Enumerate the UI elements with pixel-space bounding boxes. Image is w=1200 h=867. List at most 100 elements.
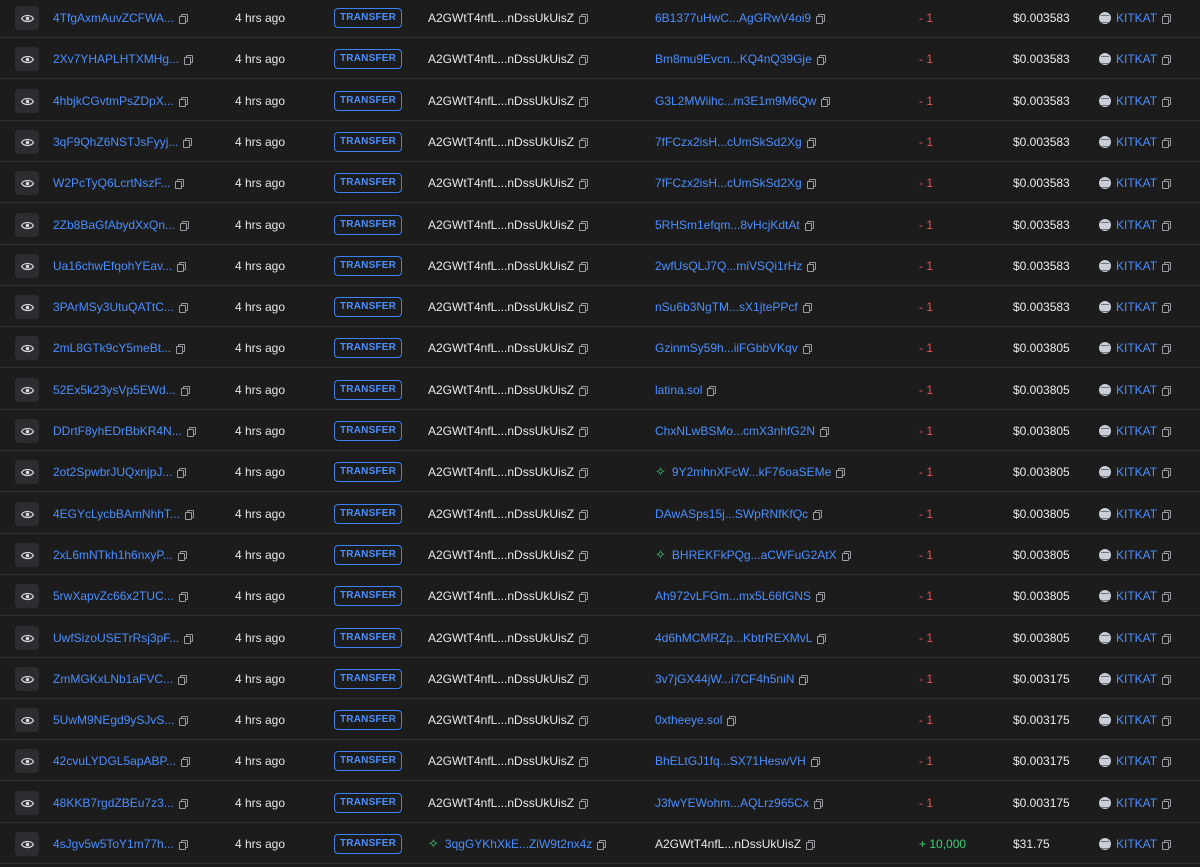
to-address-link[interactable]: latina.sol (655, 383, 702, 397)
token-link[interactable]: KITKAT (1116, 548, 1157, 562)
to-address-link[interactable]: 9Y2mhnXFcW...kF76oaSEMe (672, 465, 831, 479)
to-address-link[interactable]: J3fwYEWohm...AQLrz965Cx (655, 796, 809, 810)
to-address-link[interactable]: Bm8mu9Evcn...KQ4nQ39Gje (655, 52, 812, 66)
view-details-button[interactable] (15, 832, 39, 856)
copy-icon[interactable] (579, 96, 589, 107)
copy-icon[interactable] (813, 798, 823, 809)
copy-icon[interactable] (579, 385, 589, 396)
copy-icon[interactable] (178, 839, 188, 850)
copy-icon[interactable] (820, 426, 830, 437)
from-address[interactable]: A2GWtT4nfL...nDssUkUisZ (428, 259, 574, 273)
view-details-button[interactable] (15, 6, 39, 30)
copy-icon[interactable] (178, 96, 188, 107)
view-details-button[interactable] (15, 130, 39, 154)
token-link[interactable]: KITKAT (1116, 94, 1157, 108)
from-address[interactable]: A2GWtT4nfL...nDssUkUisZ (428, 52, 574, 66)
copy-icon[interactable] (806, 839, 816, 850)
token-link[interactable]: KITKAT (1116, 837, 1157, 851)
view-details-button[interactable] (15, 47, 39, 71)
copy-icon[interactable] (806, 137, 816, 148)
to-address-link[interactable]: BhELtGJ1fq...SX71HeswVH (655, 754, 806, 768)
view-details-button[interactable] (15, 460, 39, 484)
to-address-link[interactable]: DAwASps15j...SWpRNfKfQc (655, 507, 808, 521)
copy-icon[interactable] (1162, 715, 1172, 726)
view-details-button[interactable] (15, 89, 39, 113)
copy-icon[interactable] (176, 343, 186, 354)
copy-icon[interactable] (1162, 13, 1172, 24)
signature-link[interactable]: 2Xv7YHAPLHTXMHg... (53, 52, 179, 66)
view-details-button[interactable] (15, 295, 39, 319)
token-link[interactable]: KITKAT (1116, 424, 1157, 438)
from-address[interactable]: A2GWtT4nfL...nDssUkUisZ (428, 548, 574, 562)
to-address-link[interactable]: 7fFCzx2isH...cUmSkSd2Xg (655, 176, 802, 190)
copy-icon[interactable] (1162, 178, 1172, 189)
to-address-link[interactable]: 2wfUsQLJ7Q...miVSQi1rHz (655, 259, 802, 273)
token-link[interactable]: KITKAT (1116, 11, 1157, 25)
copy-icon[interactable] (707, 385, 717, 396)
token-link[interactable]: KITKAT (1116, 713, 1157, 727)
view-details-button[interactable] (15, 667, 39, 691)
copy-icon[interactable] (799, 674, 809, 685)
copy-icon[interactable] (579, 674, 589, 685)
copy-icon[interactable] (1162, 54, 1172, 65)
token-link[interactable]: KITKAT (1116, 465, 1157, 479)
to-address-link[interactable]: A2GWtT4nfL...nDssUkUisZ (655, 837, 801, 851)
view-details-button[interactable] (15, 749, 39, 773)
from-address[interactable]: A2GWtT4nfL...nDssUkUisZ (428, 424, 574, 438)
copy-icon[interactable] (813, 509, 823, 520)
from-address[interactable]: A2GWtT4nfL...nDssUkUisZ (428, 589, 574, 603)
signature-link[interactable]: 2ot2SpwbrJUQxnjpJ... (53, 465, 172, 479)
view-details-button[interactable] (15, 791, 39, 815)
copy-icon[interactable] (177, 550, 187, 561)
token-link[interactable]: KITKAT (1116, 52, 1157, 66)
to-address-link[interactable]: 7fFCzx2isH...cUmSkSd2Xg (655, 135, 802, 149)
from-address[interactable]: A2GWtT4nfL...nDssUkUisZ (428, 796, 574, 810)
token-link[interactable]: KITKAT (1116, 176, 1157, 190)
token-link[interactable]: KITKAT (1116, 589, 1157, 603)
copy-icon[interactable] (1162, 343, 1172, 354)
copy-icon[interactable] (178, 798, 188, 809)
copy-icon[interactable] (816, 13, 826, 24)
view-details-button[interactable] (15, 419, 39, 443)
copy-icon[interactable] (579, 178, 589, 189)
copy-icon[interactable] (821, 96, 831, 107)
copy-icon[interactable] (816, 591, 826, 602)
copy-icon[interactable] (579, 137, 589, 148)
from-address[interactable]: A2GWtT4nfL...nDssUkUisZ (428, 135, 574, 149)
view-details-button[interactable] (15, 378, 39, 402)
copy-icon[interactable] (1162, 756, 1172, 767)
view-details-button[interactable] (15, 254, 39, 278)
copy-icon[interactable] (175, 178, 185, 189)
copy-icon[interactable] (579, 798, 589, 809)
copy-icon[interactable] (727, 715, 737, 726)
signature-link[interactable]: 2mL8GTk9cY5meBt... (53, 341, 171, 355)
copy-icon[interactable] (180, 385, 190, 396)
copy-icon[interactable] (597, 839, 607, 850)
copy-icon[interactable] (177, 261, 187, 272)
token-link[interactable]: KITKAT (1116, 135, 1157, 149)
to-address-link[interactable]: G3L2MWiihc...m3E1m9M6Qw (655, 94, 816, 108)
token-link[interactable]: KITKAT (1116, 341, 1157, 355)
signature-link[interactable]: 42cvuLYDGL5apABP... (53, 754, 176, 768)
token-link[interactable]: KITKAT (1116, 796, 1157, 810)
copy-icon[interactable] (579, 426, 589, 437)
copy-icon[interactable] (841, 550, 851, 561)
from-address[interactable]: A2GWtT4nfL...nDssUkUisZ (428, 713, 574, 727)
to-address-link[interactable]: Ah972vLFGm...mx5L66fGNS (655, 589, 811, 603)
copy-icon[interactable] (1162, 509, 1172, 520)
from-address[interactable]: A2GWtT4nfL...nDssUkUisZ (428, 754, 574, 768)
copy-icon[interactable] (1162, 633, 1172, 644)
copy-icon[interactable] (1162, 385, 1172, 396)
signature-link[interactable]: 3PArMSy3UtuQATtC... (53, 300, 174, 314)
signature-link[interactable]: 4sJgv5w5ToY1m77h... (53, 837, 174, 851)
signature-link[interactable]: ZmMGKxLNb1aFVC... (53, 672, 173, 686)
copy-icon[interactable] (1162, 96, 1172, 107)
signature-link[interactable]: 52Ex5k23ysVp5EWd... (53, 383, 176, 397)
from-address[interactable]: A2GWtT4nfL...nDssUkUisZ (428, 300, 574, 314)
copy-icon[interactable] (180, 756, 190, 767)
copy-icon[interactable] (1162, 798, 1172, 809)
view-details-button[interactable] (15, 171, 39, 195)
token-link[interactable]: KITKAT (1116, 300, 1157, 314)
copy-icon[interactable] (178, 591, 188, 602)
copy-icon[interactable] (1162, 839, 1172, 850)
